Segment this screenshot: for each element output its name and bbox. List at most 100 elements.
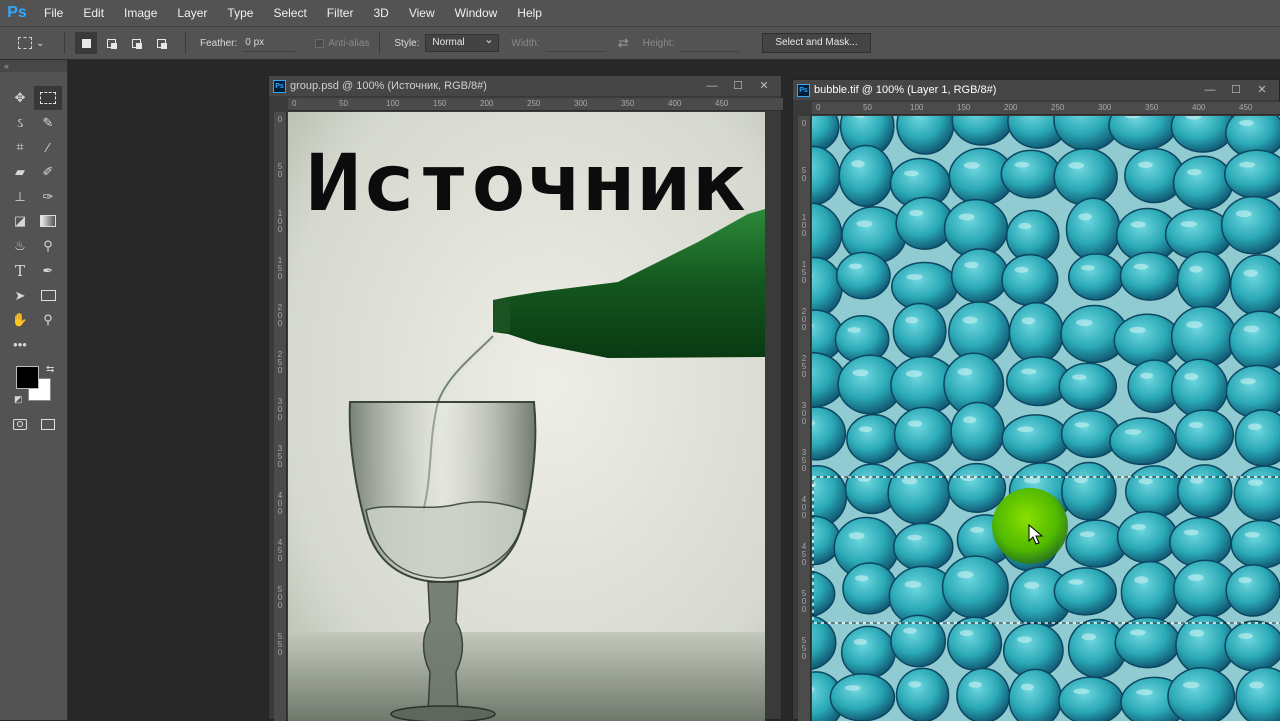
- menu-window[interactable]: Window: [445, 0, 508, 26]
- bubble: [847, 415, 900, 464]
- bubble-highlight: [903, 628, 917, 634]
- bubble-highlight: [1068, 579, 1083, 585]
- move-tool-icon[interactable]: ✥: [6, 86, 34, 110]
- subtract-selection-button[interactable]: [125, 32, 147, 54]
- horizontal-ruler[interactable]: 050100150200250300350400450: [812, 102, 1280, 115]
- bubble: [1009, 669, 1061, 721]
- swap-dimensions-icon[interactable]: ⇄: [618, 35, 629, 51]
- vertical-ruler[interactable]: 05 01 0 01 5 02 0 02 5 03 0 03 5 04 0 04…: [274, 112, 287, 721]
- pen-tool-icon[interactable]: ✒: [34, 259, 62, 283]
- ruler-label: 2 0 0: [800, 308, 808, 332]
- horizontal-ruler[interactable]: 050100150200250300350400450: [288, 98, 783, 111]
- bubble-highlight: [1184, 373, 1198, 380]
- ruler-label: 3 5 0: [800, 449, 808, 473]
- add-selection-button[interactable]: [100, 32, 122, 54]
- menu-type[interactable]: Type: [217, 0, 263, 26]
- bubble: [952, 249, 1008, 303]
- ruler-label: 4 5 0: [276, 539, 284, 563]
- divider: [379, 32, 380, 54]
- minimize-icon[interactable]: —: [699, 76, 725, 96]
- eyedropper-tool-icon[interactable]: ⁄: [34, 135, 62, 159]
- bubble-highlight: [1081, 265, 1095, 271]
- dodge-tool-icon[interactable]: ⚲: [34, 234, 62, 258]
- menu-select[interactable]: Select: [263, 0, 316, 26]
- close-icon[interactable]: ✕: [751, 76, 777, 96]
- type-tool-icon[interactable]: T: [6, 259, 34, 283]
- gradient-tool-icon[interactable]: [34, 209, 62, 233]
- bubble: [1121, 252, 1179, 300]
- foreground-color-swatch[interactable]: [16, 366, 39, 389]
- hand-tool-icon[interactable]: ✋: [6, 308, 34, 332]
- bubble-highlight: [1021, 683, 1034, 690]
- swap-colors-icon[interactable]: ⇆: [46, 364, 54, 375]
- bubble-highlight: [964, 262, 978, 268]
- close-icon[interactable]: ✕: [1249, 80, 1275, 100]
- vertical-ruler[interactable]: 05 01 0 01 5 02 0 02 5 03 0 03 5 04 0 04…: [798, 116, 811, 721]
- style-select[interactable]: Normal: [425, 34, 499, 52]
- default-colors-icon[interactable]: ◩: [14, 394, 23, 405]
- bubble: [1118, 512, 1178, 563]
- path-selection-tool-icon[interactable]: ➤: [6, 284, 34, 308]
- menu-view[interactable]: View: [399, 0, 445, 26]
- history-brush-tool-icon[interactable]: ✑: [34, 185, 62, 209]
- bubble-highlight: [1140, 373, 1153, 379]
- new-selection-icon: [82, 39, 91, 48]
- bubble-highlight: [1238, 633, 1253, 639]
- intersect-selection-button[interactable]: [150, 32, 172, 54]
- rectangle-tool-icon[interactable]: [34, 284, 62, 308]
- bubble: [1054, 149, 1117, 205]
- ruler-label: 4 0 0: [800, 496, 808, 520]
- quick-mask-icon[interactable]: [6, 412, 34, 436]
- screen-mode-icon[interactable]: [34, 412, 62, 436]
- bubble: [897, 668, 949, 721]
- clone-stamp-tool-icon[interactable]: ⊥: [6, 185, 34, 209]
- menu-edit[interactable]: Edit: [73, 0, 114, 26]
- brush-tool-icon[interactable]: ✐: [34, 160, 62, 184]
- bubble-highlight: [957, 571, 973, 578]
- antialias-checkbox[interactable]: [315, 39, 324, 48]
- collapse-panel-icon[interactable]: «: [0, 60, 67, 72]
- ruler-label: 100: [386, 99, 399, 108]
- menu-3d[interactable]: 3D: [363, 0, 398, 26]
- bubble: [1121, 562, 1178, 623]
- minimize-icon[interactable]: —: [1197, 80, 1223, 100]
- maximize-icon[interactable]: ☐: [725, 76, 751, 96]
- ruler-label: 1 5 0: [276, 257, 284, 281]
- bubble-highlight: [1244, 270, 1258, 277]
- rect-marquee-tool-icon[interactable]: [34, 86, 62, 110]
- ruler-label: 450: [1239, 103, 1252, 112]
- bubble-highlight: [1236, 210, 1252, 217]
- feather-input[interactable]: 0 px: [243, 34, 295, 52]
- crop-tool-icon[interactable]: ⌗: [6, 135, 34, 159]
- document-tab-group[interactable]: Ps group.psd @ 100% (Источник, RGB/8#) —…: [269, 76, 781, 96]
- document-tab-bubble[interactable]: Ps bubble.tif @ 100% (Layer 1, RGB/8#) —…: [793, 80, 1279, 100]
- eraser-tool-icon[interactable]: ◪: [6, 209, 34, 233]
- bubble-highlight: [969, 681, 982, 687]
- menu-file[interactable]: File: [34, 0, 73, 26]
- select-and-mask-button[interactable]: Select and Mask...: [762, 33, 870, 53]
- bubble: [1059, 363, 1116, 409]
- document-canvas[interactable]: [812, 116, 1280, 721]
- new-selection-button[interactable]: [75, 32, 97, 54]
- photoshop-logo[interactable]: Ps: [0, 4, 34, 22]
- zoom-tool-icon[interactable]: ⚲: [34, 308, 62, 332]
- quick-selection-tool-icon[interactable]: ✎: [34, 111, 62, 135]
- lasso-tool-icon[interactable]: ઽ: [6, 111, 34, 135]
- tool-preset-picker[interactable]: ⌄: [18, 31, 54, 55]
- width-input[interactable]: [546, 34, 606, 52]
- healing-brush-tool-icon[interactable]: ▰: [6, 160, 34, 184]
- maximize-icon[interactable]: ☐: [1223, 80, 1249, 100]
- menu-filter[interactable]: Filter: [317, 0, 364, 26]
- bubble-highlight: [855, 575, 868, 581]
- bubble-highlight: [1186, 321, 1202, 328]
- menu-layer[interactable]: Layer: [167, 0, 217, 26]
- text-layer-istochnik[interactable]: Источник: [306, 139, 746, 229]
- document-canvas[interactable]: Источник: [288, 112, 765, 721]
- menu-image[interactable]: Image: [114, 0, 167, 26]
- more-tools-icon[interactable]: •••: [6, 333, 34, 357]
- bubble-highlight: [1017, 426, 1034, 432]
- menu-help[interactable]: Help: [507, 0, 552, 26]
- height-input[interactable]: [680, 34, 740, 52]
- bubble-highlight: [970, 527, 984, 533]
- blur-tool-icon[interactable]: ♨: [6, 234, 34, 258]
